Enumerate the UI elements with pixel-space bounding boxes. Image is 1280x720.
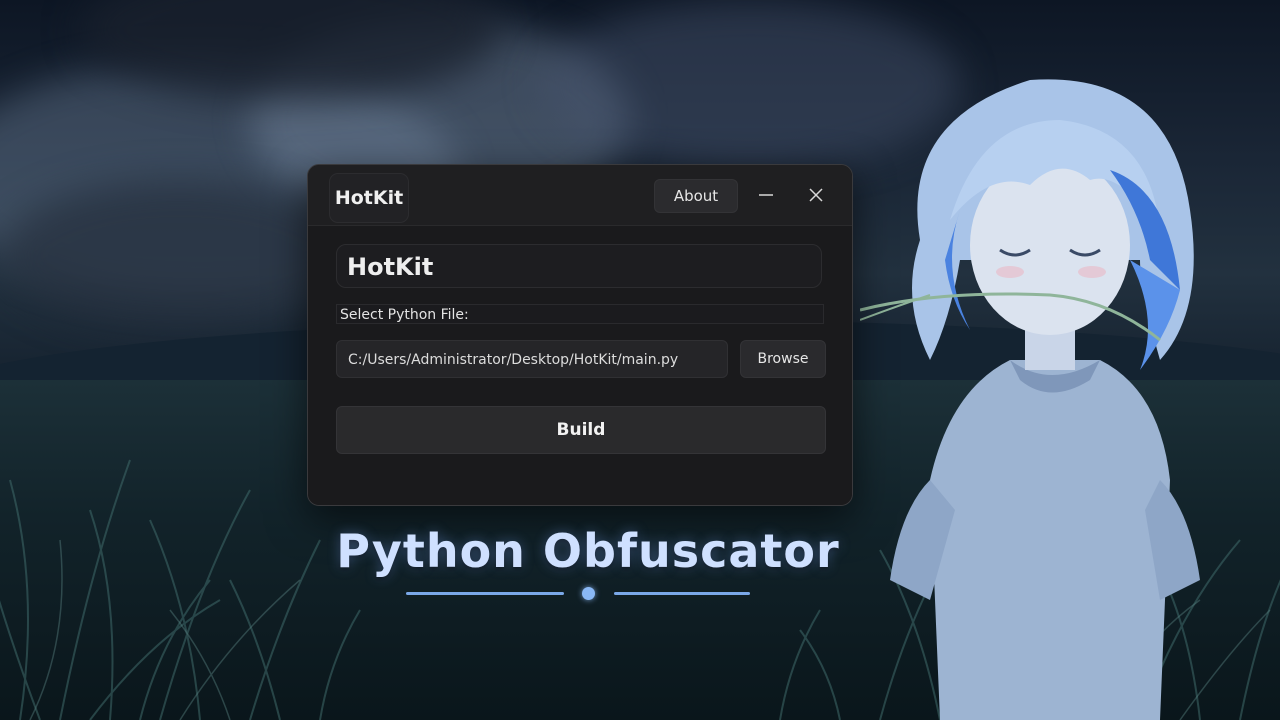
caption-title: Python Obfuscator bbox=[336, 524, 840, 578]
divider-line-left bbox=[406, 592, 564, 595]
browse-button[interactable]: Browse bbox=[740, 340, 826, 378]
character-illustration bbox=[860, 79, 1200, 720]
brand-label: HotKit bbox=[329, 173, 409, 223]
close-button[interactable] bbox=[800, 179, 832, 211]
title-bar[interactable]: HotKit About bbox=[308, 165, 852, 226]
app-window: HotKit About HotKit Select Python File: … bbox=[307, 164, 853, 506]
divider-dot bbox=[582, 587, 595, 600]
main-panel: HotKit Select Python File: C:/Users/Admi… bbox=[308, 226, 852, 505]
about-button[interactable]: About bbox=[654, 179, 738, 213]
minimize-button[interactable] bbox=[750, 179, 782, 211]
minimize-icon bbox=[759, 194, 773, 196]
close-icon bbox=[809, 188, 823, 202]
select-file-label: Select Python File: bbox=[336, 304, 824, 324]
app-title: HotKit bbox=[336, 244, 822, 288]
divider-line-right bbox=[614, 592, 750, 595]
file-path-input[interactable]: C:/Users/Administrator/Desktop/HotKit/ma… bbox=[336, 340, 728, 378]
build-button[interactable]: Build bbox=[336, 406, 826, 454]
desktop-scene: HotKit About HotKit Select Python File: … bbox=[0, 0, 1280, 720]
